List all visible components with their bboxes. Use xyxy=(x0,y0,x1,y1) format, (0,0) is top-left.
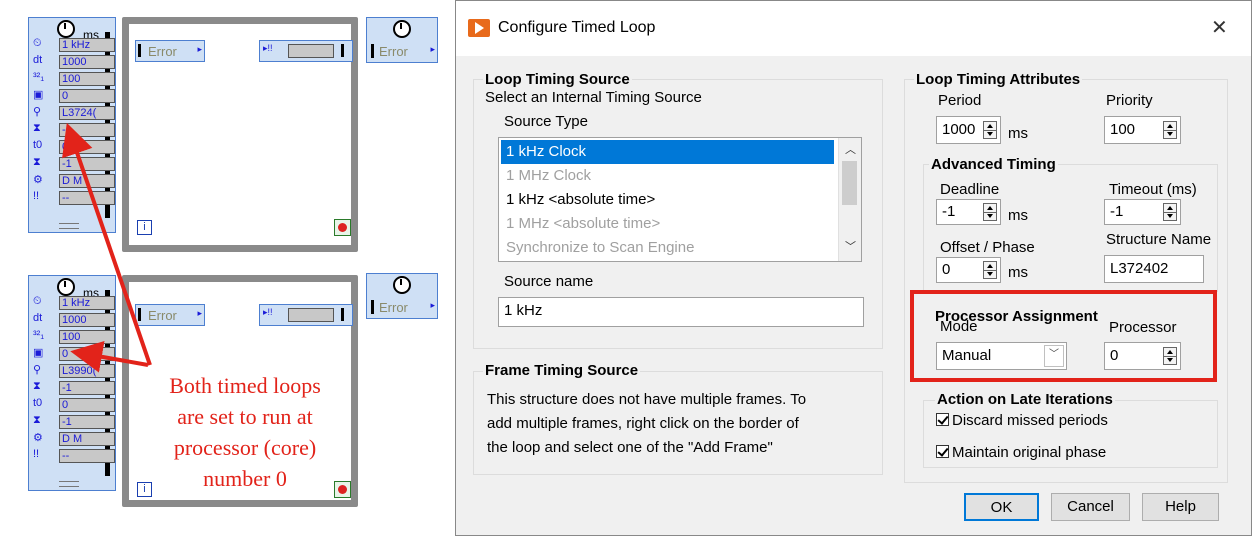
timeout-spinner[interactable] xyxy=(1163,203,1177,221)
source-name-field[interactable]: 1 kHz xyxy=(498,297,864,327)
offset-spinner[interactable] xyxy=(983,261,997,279)
period-unit: ms xyxy=(1008,125,1028,142)
source-type-option[interactable]: 1 kHz Clock xyxy=(501,140,834,164)
structure-name-label: Structure Name xyxy=(1106,231,1212,248)
annotation-line-1: Both timed loops xyxy=(169,373,321,398)
annotation-text: Both timed loops are set to run at proce… xyxy=(140,370,350,494)
offset-value: 0 xyxy=(942,261,951,278)
source-name-label: Source name xyxy=(504,273,594,290)
source-type-option[interactable]: 1 kHz <absolute time> xyxy=(501,188,834,212)
source-type-scrollbar[interactable]: ︿ ﹀ xyxy=(838,138,861,261)
scroll-thumb[interactable] xyxy=(842,161,857,205)
discard-missed-checkbox[interactable] xyxy=(936,413,949,426)
chevron-down-icon[interactable]: ﹀ xyxy=(1044,345,1064,367)
loop2-stop-terminal-overlay xyxy=(334,481,351,498)
loop2-iteration-terminal-overlay: i xyxy=(137,482,152,497)
processor-spinner[interactable] xyxy=(1163,347,1177,365)
deadline-unit: ms xyxy=(1008,207,1028,224)
period-spinner[interactable] xyxy=(983,121,997,139)
offset-field[interactable]: 0 xyxy=(936,257,1001,283)
late-iterations-title: Action on Late Iterations xyxy=(935,391,1115,408)
deadline-value: -1 xyxy=(942,203,956,220)
period-label: Period xyxy=(938,92,982,109)
structure-name-field[interactable]: L372402 xyxy=(1104,255,1204,283)
offset-unit: ms xyxy=(1008,264,1028,281)
period-field[interactable]: 1000 xyxy=(936,116,1001,144)
source-type-label: Source Type xyxy=(504,113,588,130)
structure-name-value: L372402 xyxy=(1110,260,1169,277)
processor-label: Processor xyxy=(1109,319,1177,336)
maintain-phase-label: Maintain original phase xyxy=(952,444,1107,461)
processor-assignment-title: Processor Assignment xyxy=(935,308,1098,325)
deadline-label: Deadline xyxy=(940,181,1000,198)
scroll-up-icon[interactable]: ︿ xyxy=(845,141,856,157)
source-type-option[interactable]: Synchronize to Scan Engine xyxy=(501,236,834,260)
priority-spinner[interactable] xyxy=(1163,121,1177,139)
source-type-option[interactable]: 1 MHz <absolute time> xyxy=(501,212,834,236)
discard-missed-label: Discard missed periods xyxy=(952,412,1108,429)
loop-timing-source-subtitle: Select an Internal Timing Source xyxy=(485,89,702,106)
annotation-arrow-loop2 xyxy=(70,341,149,373)
priority-field[interactable]: 100 xyxy=(1104,116,1181,144)
close-icon[interactable]: ✕ xyxy=(1211,15,1228,40)
labview-app-icon xyxy=(468,19,490,37)
processor-value: 0 xyxy=(1110,347,1119,364)
offset-label: Offset / Phase xyxy=(940,239,1035,256)
deadline-field[interactable]: -1 xyxy=(936,199,1001,225)
priority-label: Priority xyxy=(1106,92,1153,109)
dialog-title: Configure Timed Loop xyxy=(498,19,656,36)
processor-field[interactable]: 0 xyxy=(1104,342,1181,370)
frame-timing-line-3: the loop and select one of the "Add Fram… xyxy=(487,439,773,456)
configure-timed-loop-dialog: Configure Timed Loop ✕ Loop Timing Sourc… xyxy=(455,0,1252,536)
annotation-line-4: number 0 xyxy=(203,466,287,491)
processor-mode-select[interactable]: Manual ﹀ xyxy=(936,342,1067,370)
frame-timing-line-1: This structure does not have multiple fr… xyxy=(487,391,807,408)
source-type-listbox[interactable]: 1 kHz Clock 1 MHz Clock 1 kHz <absolute ti… xyxy=(498,137,862,262)
frame-timing-source-title: Frame Timing Source xyxy=(483,362,641,379)
processor-mode-value: Manual xyxy=(942,347,992,364)
block-diagram: ms ⏲ 1 kHz dt 1000 ³²₁ 100 ▣ 0 ⚲ L3724(⧗ -1 t0 0 ⧗ -1 ⚙… xyxy=(0,0,450,536)
deadline-spinner[interactable] xyxy=(983,203,997,221)
help-button[interactable]: Help xyxy=(1142,493,1219,521)
advanced-timing-title: Advanced Timing xyxy=(929,156,1058,173)
cancel-button[interactable]: Cancel xyxy=(1051,493,1130,521)
frame-timing-source-group: This structure does not have multiple fr… xyxy=(473,371,883,475)
timeout-field[interactable]: -1 xyxy=(1104,199,1181,225)
loop-timing-source-title: Loop Timing Source xyxy=(483,71,632,88)
source-name-value: 1 kHz xyxy=(504,302,543,319)
annotation-line-3: processor (core) xyxy=(173,435,317,460)
timeout-value: -1 xyxy=(1110,203,1124,220)
annotation-line-2: are set to run at xyxy=(177,404,313,429)
frame-timing-line-2: add multiple frames, right click on the … xyxy=(487,415,799,432)
loop-timing-attributes-title: Loop Timing Attributes xyxy=(914,71,1083,88)
period-value: 1000 xyxy=(942,121,976,138)
ok-button[interactable]: OK xyxy=(964,493,1039,521)
maintain-phase-checkbox[interactable] xyxy=(936,445,949,458)
dialog-titlebar[interactable]: Configure Timed Loop ✕ xyxy=(456,1,1251,56)
annotation-arrow-loop1 xyxy=(62,122,152,366)
timeout-label: Timeout (ms) xyxy=(1109,181,1197,198)
scroll-down-icon[interactable]: ﹀ xyxy=(845,238,856,254)
priority-value: 100 xyxy=(1110,121,1136,138)
source-type-option[interactable]: 1 MHz Clock xyxy=(501,164,834,188)
